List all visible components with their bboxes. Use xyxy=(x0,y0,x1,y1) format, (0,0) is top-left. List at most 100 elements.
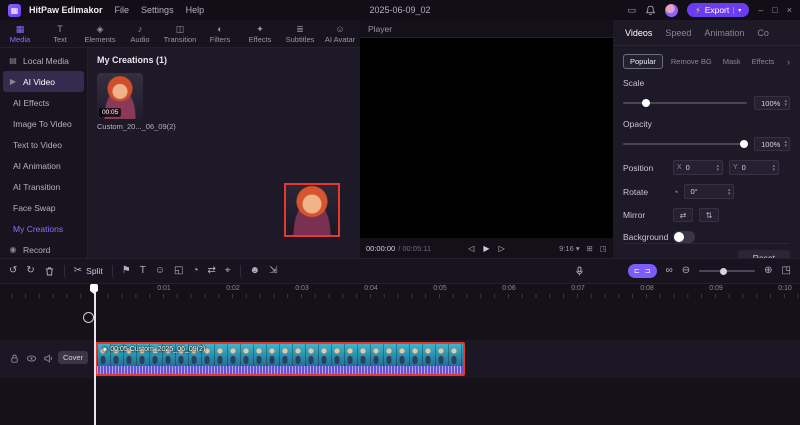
hide-track-icon[interactable] xyxy=(26,353,37,364)
maximize-button[interactable]: □ xyxy=(772,5,777,15)
minimize-button[interactable]: – xyxy=(758,5,763,15)
snap-link-toggle[interactable]: ⊏ ⊐ xyxy=(627,264,657,278)
stepper-arrows[interactable]: ▴ ▾ xyxy=(784,140,787,149)
sidebar-item-my-creations[interactable]: My Creations xyxy=(0,218,87,239)
user-avatar[interactable] xyxy=(665,3,679,17)
position-x-stepper[interactable]: X 0 ▴ ▾ xyxy=(673,160,723,175)
transform-icon[interactable]: ⌖ xyxy=(225,266,231,276)
flip-icon[interactable]: ⇄ xyxy=(208,266,216,276)
tab-filters[interactable]: ◐ Filters xyxy=(200,20,240,47)
menu-settings[interactable]: Settings xyxy=(141,5,174,15)
tab-color[interactable]: Co xyxy=(757,28,769,38)
next-frame-button[interactable]: ▷ xyxy=(499,244,505,253)
mirror-vertical-button[interactable]: ⇅ xyxy=(699,208,719,222)
cover-button[interactable]: Cover xyxy=(58,351,89,364)
opacity-slider[interactable] xyxy=(623,140,748,148)
speed-icon[interactable]: ◔ xyxy=(192,266,198,276)
mirror-horizontal-button[interactable]: ⇄ xyxy=(673,208,693,222)
undo-icon[interactable]: ↺ xyxy=(9,266,17,276)
previous-frame-button[interactable]: ◁ xyxy=(468,244,474,253)
zoom-slider-knob[interactable] xyxy=(720,267,728,275)
chevron-down-icon: ▾ xyxy=(575,243,580,253)
sticker-icon[interactable]: ☺ xyxy=(155,266,165,276)
redo-icon[interactable]: ↻ xyxy=(26,266,34,276)
stepper-arrows[interactable]: ▴ ▾ xyxy=(716,163,719,172)
tab-animation[interactable]: Animation xyxy=(704,28,744,38)
zoom-out-icon[interactable]: ⊖ xyxy=(682,266,690,276)
export-frame-icon[interactable]: ⇲ xyxy=(269,266,277,276)
tab-subtitles[interactable]: ≣ Subtitles xyxy=(280,20,320,47)
notifications-icon[interactable] xyxy=(645,5,656,16)
tab-effects[interactable]: ✦ Effects xyxy=(240,20,280,47)
sidebar-item-ai-animation[interactable]: AI Animation xyxy=(0,155,87,176)
export-button[interactable]: ⚡ Export ▾ xyxy=(687,3,750,17)
chevron-right-icon[interactable]: › xyxy=(787,57,790,67)
sidebar-item-local-media[interactable]: ▤ Local Media xyxy=(0,50,87,71)
rotate-stepper[interactable]: 0° ▴ ▾ xyxy=(684,184,735,199)
tab-ai-avatar[interactable]: ☺ AI Avatar xyxy=(320,20,360,47)
tab-videos[interactable]: Videos xyxy=(625,28,652,38)
sidebar-item-ai-video[interactable]: ▶ AI Video xyxy=(3,71,84,92)
sidebar-item-text-to-video[interactable]: Text to Video xyxy=(0,134,87,155)
timeline-ruler[interactable]: 0:01 0:02 0:03 0:04 0:05 0:06 0:07 0:08 … xyxy=(0,284,800,298)
scale-slider-thumb[interactable] xyxy=(641,99,650,107)
fullscreen-icon[interactable]: ◳ xyxy=(600,244,607,253)
delete-icon[interactable] xyxy=(44,266,55,277)
opacity-slider-thumb[interactable] xyxy=(739,140,748,148)
playhead-line[interactable] xyxy=(94,284,96,425)
menu-help[interactable]: Help xyxy=(186,5,205,15)
zoom-in-icon[interactable]: ⊕ xyxy=(764,266,772,276)
player-video-area[interactable] xyxy=(360,38,613,238)
opacity-value-box[interactable]: 100% ▴ ▾ xyxy=(754,137,790,151)
sidebar-item-face-swap[interactable]: Face Swap xyxy=(0,197,87,218)
stepper-arrows[interactable]: ▴ ▾ xyxy=(728,187,731,196)
tab-text[interactable]: T Text xyxy=(40,20,80,47)
timeline-clip[interactable]: ◉ 00:05 Custom_2025_06_09(2) xyxy=(95,342,465,376)
split-button[interactable]: ✂ Split xyxy=(74,266,103,277)
background-toggle[interactable] xyxy=(673,231,695,243)
export-chevron-icon[interactable]: ▾ xyxy=(733,6,741,14)
lock-track-icon[interactable] xyxy=(9,353,20,364)
scale-slider[interactable] xyxy=(623,99,747,107)
fit-timeline-icon[interactable]: ◳ xyxy=(782,266,791,276)
sidebar-item-ai-effects[interactable]: AI Effects xyxy=(0,92,87,113)
grid-overlay-icon[interactable]: ⊞ xyxy=(587,244,593,253)
timeline-zoom-slider[interactable] xyxy=(699,267,756,275)
play-button[interactable]: ▶ xyxy=(483,244,489,253)
display-mode-icon[interactable]: ▭ xyxy=(628,5,637,16)
stepper-arrows[interactable]: ▴ ▾ xyxy=(772,163,775,172)
face-swap-icon[interactable]: ☻ xyxy=(250,266,261,276)
mute-track-icon[interactable] xyxy=(43,353,54,364)
crop-icon[interactable]: ◱ xyxy=(174,266,183,276)
chip-mask[interactable]: Mask xyxy=(720,55,744,68)
link-clips-icon[interactable]: ∞ xyxy=(666,266,673,276)
chip-popular[interactable]: Popular xyxy=(623,54,663,69)
playhead-handle-icon[interactable] xyxy=(83,312,94,323)
media-item[interactable]: 00:05 Custom_20..._06_09(2) xyxy=(97,73,176,131)
tab-transition[interactable]: ◫ Transition xyxy=(160,20,200,47)
chip-effects[interactable]: Effects xyxy=(749,55,778,68)
tab-elements[interactable]: ◈ Elements xyxy=(80,20,120,47)
media-thumbnail[interactable]: 00:05 xyxy=(97,73,143,119)
text-tool-icon[interactable]: T xyxy=(140,266,146,276)
ruler-label: 0:06 xyxy=(502,285,516,292)
ruler-label: 0:02 xyxy=(226,285,240,292)
rotate-dial-icon[interactable]: ◔ xyxy=(673,187,678,197)
clip-label: ◉ 00:05 Custom_2025_06_09(2) xyxy=(102,346,205,353)
chip-remove-bg[interactable]: Remove BG xyxy=(668,55,715,68)
tab-audio[interactable]: ♪ Audio xyxy=(120,20,160,47)
scale-value-box[interactable]: 100% ▴ ▾ xyxy=(754,96,790,110)
menu-file[interactable]: File xyxy=(115,5,130,15)
tab-media[interactable]: ▦ Media xyxy=(0,20,40,47)
stepper-arrows[interactable]: ▴ ▾ xyxy=(784,99,787,108)
sidebar-item-image-to-video[interactable]: Image To Video xyxy=(0,113,87,134)
tab-speed[interactable]: Speed xyxy=(665,28,691,38)
sidebar-item-ai-transition[interactable]: AI Transition xyxy=(0,176,87,197)
position-y-stepper[interactable]: Y 0 ▴ ▾ xyxy=(729,160,779,175)
voiceover-mic-icon[interactable] xyxy=(574,265,585,277)
sidebar-item-record[interactable]: ◉ Record xyxy=(0,239,87,260)
aspect-ratio-select[interactable]: 9:16 ▾ xyxy=(559,244,579,253)
marker-icon[interactable]: ⚑ xyxy=(122,266,131,276)
floating-clip-preview[interactable] xyxy=(284,183,340,237)
close-button[interactable]: × xyxy=(787,5,792,15)
